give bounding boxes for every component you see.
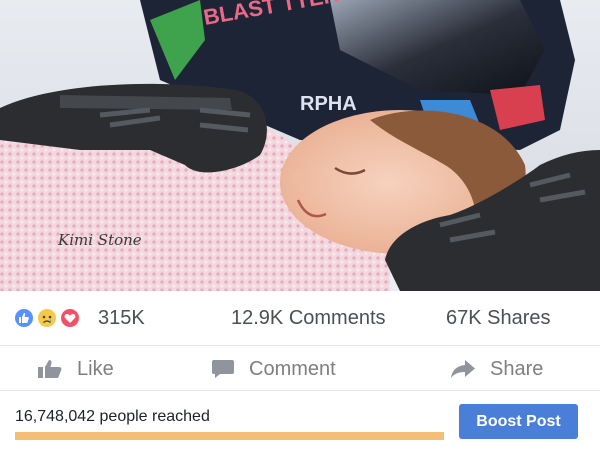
thumbs-up-icon	[38, 360, 62, 378]
boost-post-button[interactable]: Boost Post	[459, 404, 578, 439]
like-reaction-icon	[13, 307, 35, 329]
baby-helmet-photo: BLAST TTER RPHA Kimi Stone	[0, 0, 600, 291]
like-label: Like	[77, 357, 114, 380]
comments-count[interactable]: 12.9K Comments	[231, 307, 386, 329]
reactions-summary: 315K 12.9K Comments 67K Shares	[0, 291, 600, 346]
share-label: Share	[490, 357, 544, 380]
like-button[interactable]: Like	[37, 354, 114, 384]
reaction-icons[interactable]	[13, 307, 95, 329]
love-reaction-icon	[59, 307, 81, 329]
comment-icon	[212, 360, 234, 378]
share-button[interactable]: Share	[450, 354, 543, 384]
shares-count[interactable]: 67K Shares	[446, 307, 551, 329]
reach-progress-bar	[15, 432, 444, 440]
share-arrow-icon	[451, 360, 475, 378]
sad-reaction-icon	[36, 307, 58, 329]
people-reached-text: 16,748,042 people reached	[15, 408, 210, 425]
post-reach: 16,748,042 people reached Boost Post	[0, 391, 600, 450]
reaction-count[interactable]: 315K	[98, 307, 145, 329]
watermark-text: Kimi Stone	[57, 231, 142, 249]
post-actions: Like Comment Share	[0, 346, 600, 391]
comment-button[interactable]: Comment	[211, 354, 336, 384]
svg-text:RPHA: RPHA	[300, 93, 357, 115]
post-photo[interactable]: BLAST TTER RPHA Kimi Stone	[0, 0, 600, 291]
comment-label: Comment	[249, 357, 336, 380]
reach-progress-fill	[15, 432, 444, 440]
